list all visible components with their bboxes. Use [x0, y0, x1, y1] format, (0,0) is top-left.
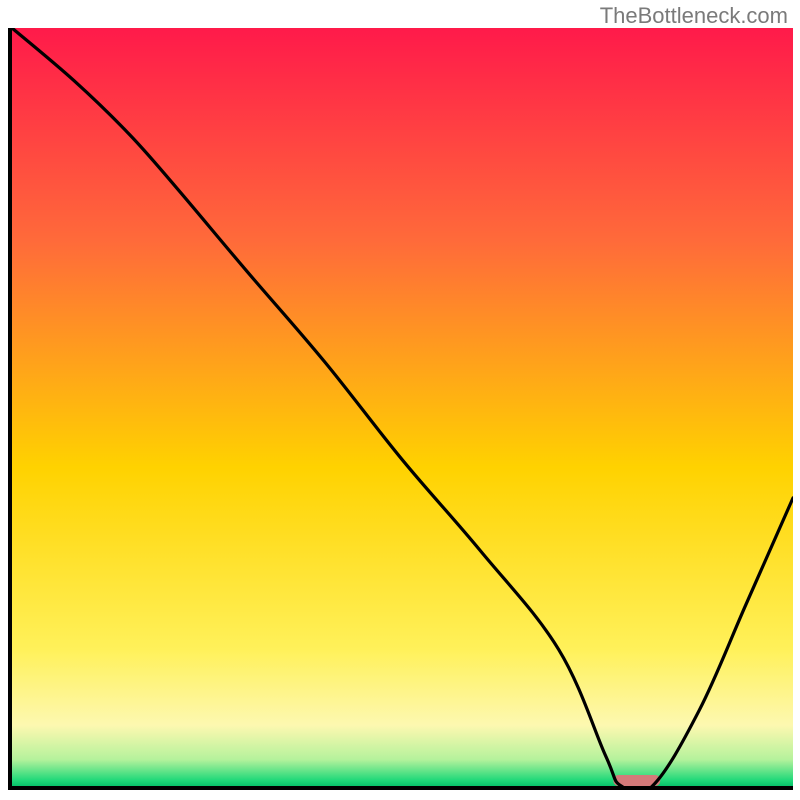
bottleneck-chart	[12, 28, 793, 786]
chart-background	[12, 28, 793, 786]
watermark-text: TheBottleneck.com	[600, 3, 788, 29]
chart-container	[8, 28, 793, 790]
